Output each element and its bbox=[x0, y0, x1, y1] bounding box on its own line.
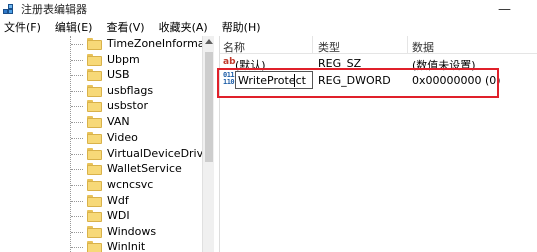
tree-item-label: usbstor bbox=[107, 99, 148, 112]
tree-item[interactable]: VAN bbox=[0, 114, 202, 130]
tree-item[interactable]: WalletService bbox=[0, 161, 202, 177]
column-header-type[interactable]: 类型 bbox=[318, 39, 340, 55]
menu-view[interactable]: 查看(V) bbox=[106, 19, 144, 35]
tree-item-label: Video bbox=[107, 131, 138, 144]
tree-item-label: USB bbox=[107, 68, 130, 81]
tree-item[interactable]: usbflags bbox=[0, 83, 202, 99]
tree-item[interactable]: Video bbox=[0, 130, 202, 146]
regedit-app-icon bbox=[3, 3, 17, 15]
registry-tree: TimeZoneInformatic Ubpm USB usbflags usb… bbox=[0, 36, 214, 252]
tree-item-label: VirtualDeviceDrivers bbox=[107, 147, 214, 160]
folder-icon bbox=[87, 85, 102, 97]
tree-item[interactable]: TimeZoneInformatic bbox=[0, 36, 214, 52]
tree-item[interactable]: WDI bbox=[0, 208, 202, 224]
folder-icon bbox=[87, 54, 102, 66]
column-divider[interactable] bbox=[312, 36, 313, 54]
folder-icon bbox=[87, 148, 102, 160]
tree-item-label: TimeZoneInformatic bbox=[107, 37, 214, 50]
menu-help[interactable]: 帮助(H) bbox=[222, 19, 261, 35]
tree-item-label: VAN bbox=[107, 115, 130, 128]
minimize-button[interactable]: — bbox=[498, 2, 511, 17]
tree-item-label: Ubpm bbox=[107, 53, 140, 66]
title-bar: 注册表编辑器 — bbox=[0, 0, 537, 18]
tree-item[interactable]: Wdf bbox=[0, 193, 202, 209]
column-divider[interactable] bbox=[407, 36, 408, 54]
tree-item[interactable]: Windows bbox=[0, 224, 202, 240]
column-header-data[interactable]: 数据 bbox=[412, 39, 434, 55]
tree-item-label: Wdf bbox=[107, 194, 129, 207]
folder-icon bbox=[87, 132, 102, 144]
tree-item[interactable]: VirtualDeviceDrivers bbox=[0, 146, 214, 162]
tree-item-label: WDI bbox=[107, 209, 130, 222]
folder-icon bbox=[87, 116, 102, 128]
menu-edit[interactable]: 编辑(E) bbox=[55, 19, 93, 35]
tree-item-label: WinInit bbox=[107, 240, 146, 252]
folder-icon bbox=[87, 210, 102, 222]
tree-scrollbar[interactable] bbox=[202, 36, 214, 252]
folder-icon bbox=[87, 226, 102, 238]
folder-icon bbox=[87, 38, 102, 50]
menu-file[interactable]: 文件(F) bbox=[4, 19, 41, 35]
folder-icon bbox=[87, 179, 102, 191]
tree-item-label: WalletService bbox=[107, 162, 182, 175]
highlight-annotation-box bbox=[217, 68, 499, 98]
tree-item[interactable]: WinInit bbox=[0, 239, 202, 252]
folder-icon bbox=[87, 69, 102, 81]
scroll-thumb[interactable] bbox=[205, 52, 213, 162]
list-header: 名称 类型 数据 bbox=[220, 36, 537, 54]
menu-bar: 文件(F) 编辑(E) 查看(V) 收藏夹(A) 帮助(H) bbox=[0, 18, 537, 36]
tree-item-label: usbflags bbox=[107, 84, 154, 97]
window-title: 注册表编辑器 bbox=[21, 3, 87, 16]
tree-item[interactable]: wcncsvc bbox=[0, 177, 202, 193]
tree-item[interactable]: Ubpm bbox=[0, 52, 202, 68]
tree-item-label: Windows bbox=[107, 225, 157, 238]
tree-item[interactable]: USB bbox=[0, 67, 202, 83]
tree-item[interactable]: usbstor bbox=[0, 98, 202, 114]
menu-favorites[interactable]: 收藏夹(A) bbox=[159, 19, 208, 35]
folder-icon bbox=[87, 241, 102, 252]
folder-icon bbox=[87, 100, 102, 112]
tree-item-label: wcncsvc bbox=[107, 178, 154, 191]
scroll-up-arrow-icon[interactable] bbox=[205, 39, 213, 44]
folder-icon bbox=[87, 195, 102, 207]
column-header-name[interactable]: 名称 bbox=[223, 39, 245, 55]
folder-icon bbox=[87, 163, 102, 175]
